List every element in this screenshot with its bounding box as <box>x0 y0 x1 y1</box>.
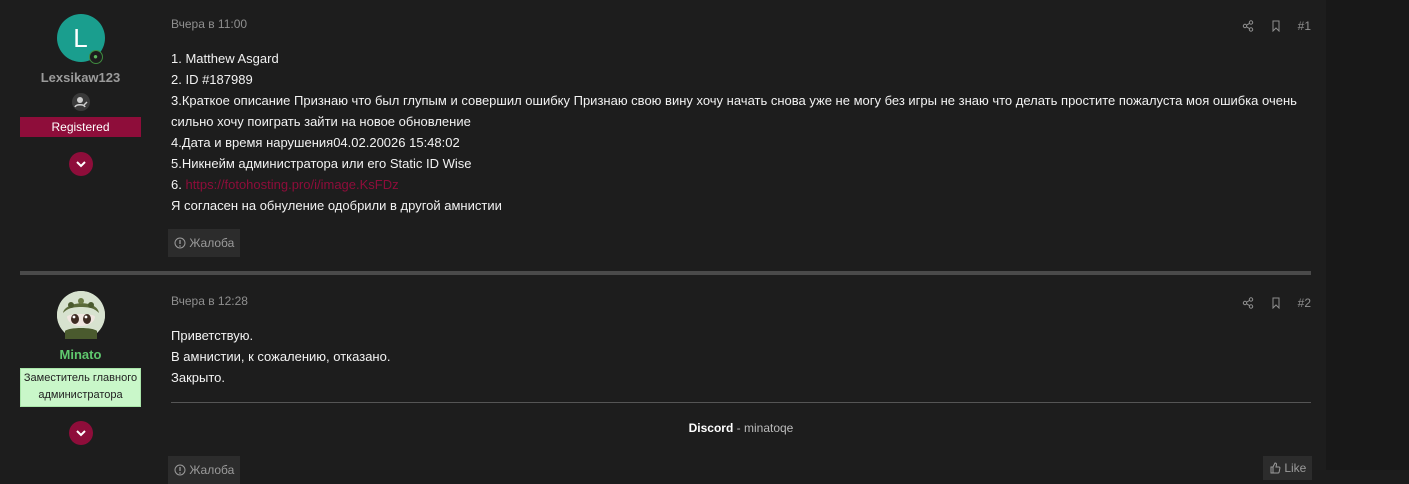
report-button[interactable]: Жалоба <box>168 456 241 484</box>
user-role-badge: Заместитель главного администратора <box>20 368 141 407</box>
post-number[interactable]: #2 <box>1298 296 1311 310</box>
post-2-user-panel: Minato Заместитель главного администрато… <box>20 291 141 445</box>
post-line: Закрыто. <box>171 370 225 385</box>
badge-line: Заместитель главного <box>23 372 138 384</box>
like-label: Like <box>1284 461 1307 475</box>
bookmark-icon[interactable] <box>1270 297 1282 309</box>
like-button[interactable]: Like <box>1263 456 1313 480</box>
post-time[interactable]: Вчера в 12:28 <box>171 294 248 308</box>
post-actions: #2 <box>1242 296 1311 310</box>
signature-value: minatoqe <box>743 421 794 435</box>
report-label: Жалоба <box>189 463 235 477</box>
signature-separator: - <box>733 421 744 435</box>
badge-line: администратора <box>38 389 123 401</box>
username[interactable]: Minato <box>20 347 141 362</box>
like-icon <box>1269 462 1281 474</box>
post-line: Приветствую. <box>171 328 254 343</box>
post-line: В амнистии, к сожалению, отказано. <box>171 349 391 364</box>
post-content: Приветствую. В амнистии, к сожалению, от… <box>171 325 1311 388</box>
page-right-gutter <box>1326 0 1409 470</box>
thread-page: L ● Lexsikaw123 Registered Вчера в 11:00… <box>0 0 1326 484</box>
signature: Discord - minatoqe <box>171 421 1311 435</box>
expand-user-info-button[interactable] <box>68 421 93 445</box>
avatar[interactable] <box>56 291 105 339</box>
post-2: Minato Заместитель главного администрато… <box>0 0 1326 484</box>
share-icon[interactable] <box>1242 297 1254 309</box>
signature-divider <box>171 402 1311 403</box>
signature-label: Discord <box>688 421 734 435</box>
